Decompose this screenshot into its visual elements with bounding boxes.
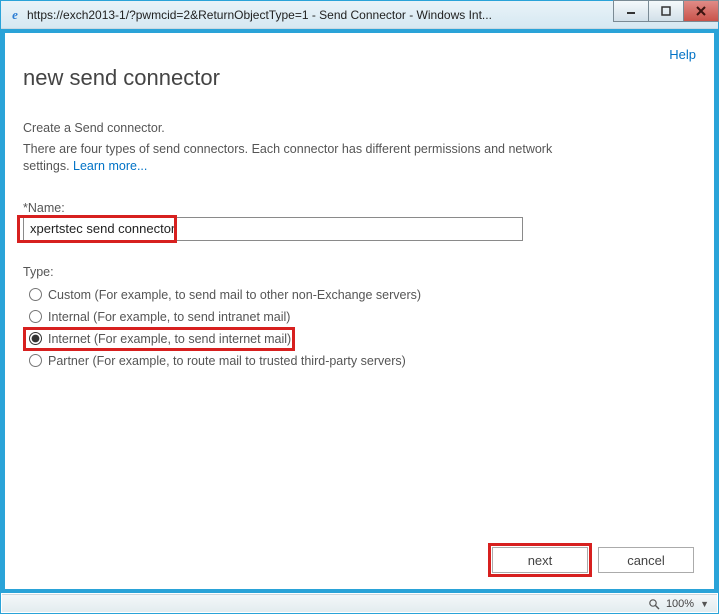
zoom-icon[interactable] <box>648 598 660 610</box>
radio-internal-input[interactable] <box>29 310 42 323</box>
maximize-icon <box>661 6 671 16</box>
radio-internet-input[interactable] <box>29 332 42 345</box>
type-label: Type: <box>23 265 694 279</box>
radio-partner[interactable]: Partner (For example, to route mail to t… <box>23 351 694 371</box>
zoom-value[interactable]: 100% <box>666 598 694 610</box>
radio-custom[interactable]: Custom (For example, to send mail to oth… <box>23 285 694 305</box>
maximize-button[interactable] <box>648 0 684 22</box>
minimize-button[interactable] <box>613 0 649 22</box>
window-controls <box>613 1 718 28</box>
name-label: *Name: <box>23 201 694 215</box>
name-field-wrap <box>23 217 528 241</box>
radio-partner-label: Partner (For example, to route mail to t… <box>48 354 406 368</box>
window-frame: e https://exch2013-1/?pwmcid=2&ReturnObj… <box>0 0 719 614</box>
help-link[interactable]: Help <box>669 47 696 62</box>
radio-custom-input[interactable] <box>29 288 42 301</box>
status-bar: 100% ▼ <box>2 594 717 612</box>
ie-favicon: e <box>7 7 23 23</box>
next-button-wrap: next <box>492 547 588 573</box>
titlebar: e https://exch2013-1/?pwmcid=2&ReturnObj… <box>1 1 718 29</box>
dialog-content: Help new send connector Create a Send co… <box>5 33 714 589</box>
learn-more-link[interactable]: Learn more... <box>73 159 147 173</box>
next-button[interactable]: next <box>492 547 588 573</box>
type-radio-group: Custom (For example, to send mail to oth… <box>23 285 694 373</box>
cancel-button[interactable]: cancel <box>598 547 694 573</box>
radio-internet-label: Internet (For example, to send internet … <box>48 332 291 346</box>
minimize-icon <box>626 6 636 16</box>
radio-partner-input[interactable] <box>29 354 42 367</box>
intro-line-1: Create a Send connector. <box>23 121 694 135</box>
radio-internal[interactable]: Internal (For example, to send intranet … <box>23 307 694 327</box>
window-title: https://exch2013-1/?pwmcid=2&ReturnObjec… <box>27 8 613 22</box>
close-button[interactable] <box>683 0 719 22</box>
client-area: Help new send connector Create a Send co… <box>1 29 718 593</box>
zoom-dropdown-icon[interactable]: ▼ <box>700 599 709 609</box>
dialog-footer: next cancel <box>23 537 694 573</box>
close-icon <box>696 6 706 16</box>
page-title: new send connector <box>23 65 694 91</box>
radio-internet[interactable]: Internet (For example, to send internet … <box>23 329 694 349</box>
intro-line-2: There are four types of send connectors.… <box>23 141 583 175</box>
radio-custom-label: Custom (For example, to send mail to oth… <box>48 288 421 302</box>
radio-internal-label: Internal (For example, to send intranet … <box>48 310 290 324</box>
name-input[interactable] <box>23 217 523 241</box>
